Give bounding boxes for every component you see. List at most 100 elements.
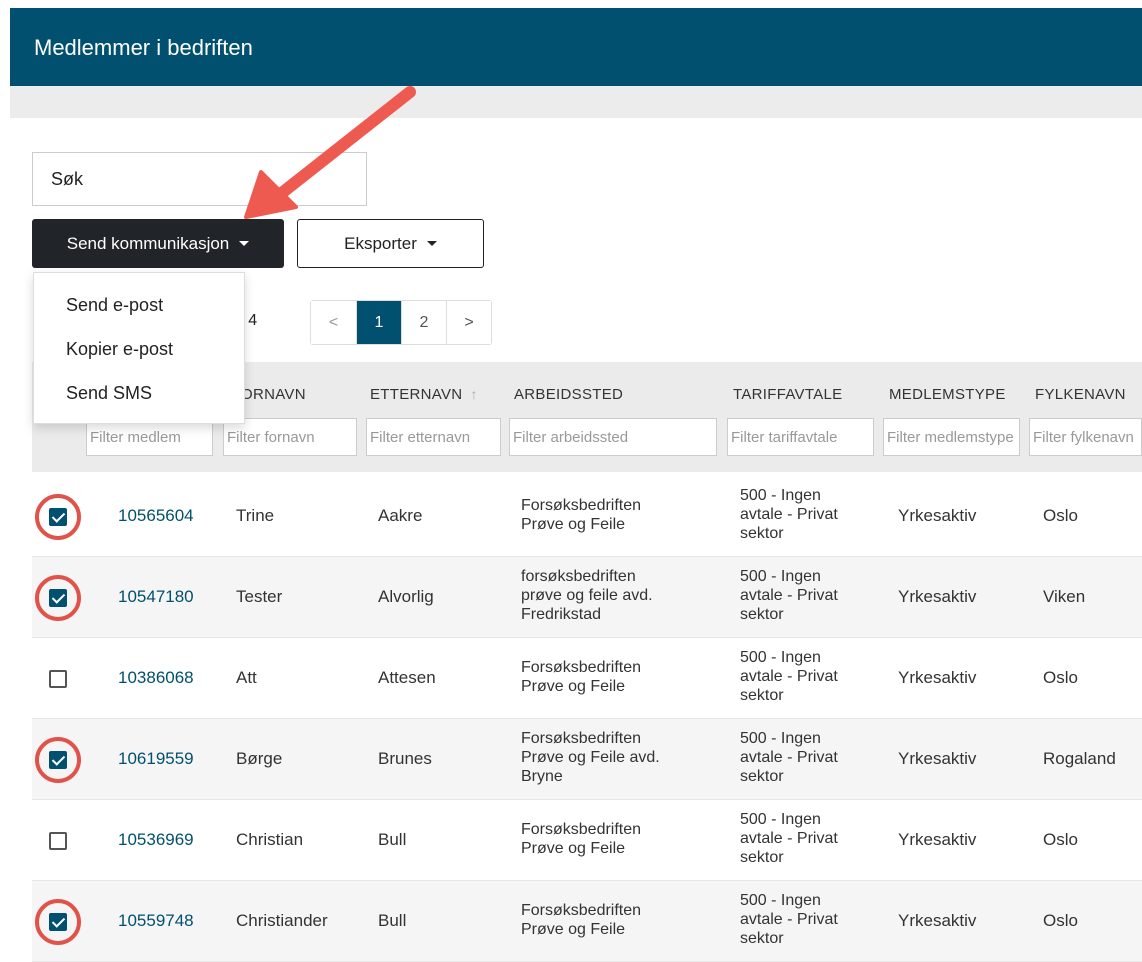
sort-arrow-icon[interactable]: ↑ (470, 386, 477, 402)
cell-medlemstype: Yrkesaktiv (898, 748, 977, 768)
cell-fornavn: Børge (236, 748, 283, 768)
cell-fornavn: Trine (236, 505, 275, 525)
cell-arbeidssted: Forsøksbedriften Prøve og Feile (521, 901, 641, 939)
cell-etternavn: Bull (378, 910, 407, 930)
export-button[interactable]: Eksporter (297, 219, 484, 268)
cell-tariffavtale: 500 - Ingen avtale - Privat sektor (740, 891, 838, 948)
column-header-fornavn[interactable]: ORNAVN (241, 386, 306, 403)
cell-fylkenavn: Oslo (1043, 505, 1078, 525)
caret-down-icon (239, 241, 250, 246)
column-header-etternavn[interactable]: ETTERNAVN ↑ (370, 386, 478, 403)
highlight-circle (35, 574, 81, 621)
cell-fornavn: Tester (236, 586, 283, 606)
cell-medlemstype: Yrkesaktiv (898, 586, 977, 606)
cell-arbeidssted-line: forsøksbedriften (521, 568, 636, 585)
filter-arbeidssted-input[interactable]: Filter arbeidssted (509, 418, 717, 456)
column-header-tariffavtale[interactable]: TARIFFAVTALE (733, 386, 842, 403)
cell-arbeidssted: Forsøksbedriften Prøve og Feile (521, 820, 641, 858)
menu-item-send-sms[interactable]: Send SMS (66, 383, 152, 404)
row-checkbox[interactable] (49, 669, 67, 688)
cell-fylkenavn: Rogaland (1043, 748, 1116, 768)
pager-page-2[interactable]: 2 (401, 301, 446, 344)
cell-arbeidssted-line: Forsøksbedriften (521, 820, 642, 838)
cell-tariffavtale-line: 500 - Ingen (740, 892, 821, 909)
cell-arbeidssted-line: Forsøksbedriften (521, 496, 642, 514)
member-id-link[interactable]: 10547180 (118, 587, 194, 607)
cell-arbeidssted-line: Forsøksbedriften (521, 730, 642, 747)
cell-arbeidssted-line: Forsøksbedriften (521, 658, 642, 676)
cell-fylkenavn: Viken (1043, 586, 1086, 606)
cell-arbeidssted-line: Forsøksbedriften (521, 901, 642, 919)
cell-arbeidssted-line: Fredrikstad (521, 606, 602, 623)
cell-etternavn: Aakre (378, 505, 423, 525)
cell-fornavn: Christian (236, 829, 304, 849)
cell-fornavn: Att (236, 667, 257, 687)
cell-medlemstype: Yrkesaktiv (898, 829, 977, 849)
filter-medlemstype-input[interactable]: Filter medlemstype (883, 418, 1020, 456)
caret-down-icon (426, 241, 437, 246)
cell-tariffavtale-line: avtale - Privat (740, 506, 838, 523)
cell-medlemstype: Yrkesaktiv (898, 910, 977, 930)
send-communication-button[interactable]: Send kommunikasjon (32, 219, 284, 268)
column-header-etternavn-label: ETTERNAVN (370, 386, 463, 403)
cell-arbeidssted: Forsøksbedriften Prøve og Feile avd. Bryne (521, 729, 660, 786)
cell-tariffavtale-line: avtale - Privat (740, 587, 838, 604)
cell-fylkenavn: Oslo (1043, 829, 1078, 849)
filter-tariffavtale-input[interactable]: Filter tariffavtale (727, 418, 874, 456)
header-band (10, 86, 1142, 118)
pager-next-button[interactable]: > (446, 301, 491, 344)
menu-item-copy-email[interactable]: Kopier e-post (66, 339, 173, 360)
filter-fylkenavn-input[interactable]: Filter fylkenavn (1029, 418, 1142, 456)
cell-tariffavtale: 500 - Ingen avtale - Privat sektor (740, 810, 838, 867)
cell-arbeidssted-line: Bryne (521, 768, 563, 785)
member-id-link[interactable]: 10536969 (118, 830, 194, 850)
send-communication-menu: Send e-post Kopier e-post Send SMS (33, 272, 245, 424)
export-label: Eksporter (344, 233, 417, 253)
pager-prev-button[interactable]: < (311, 301, 356, 344)
menu-item-send-email[interactable]: Send e-post (66, 295, 163, 316)
pager-page-1[interactable]: 1 (356, 301, 401, 344)
cell-arbeidssted-line: Prøve og Feile avd. (521, 749, 660, 766)
row-checkbox[interactable] (49, 831, 67, 850)
column-header-fylkenavn[interactable]: FYLKENAVN (1035, 386, 1126, 403)
member-id-link[interactable]: 10386068 (118, 668, 194, 688)
pagination: < 1 2 > (310, 300, 492, 345)
cell-tariffavtale: 500 - Ingen avtale - Privat sektor (740, 648, 838, 705)
cell-medlemstype: Yrkesaktiv (898, 667, 977, 687)
cell-etternavn: Attesen (378, 667, 436, 687)
column-header-arbeidssted[interactable]: ARBEIDSSTED (514, 386, 623, 403)
cell-tariffavtale-line: 500 - Ingen (740, 811, 821, 828)
cell-tariffavtale-line: avtale - Privat (740, 749, 838, 766)
cell-arbeidssted: Forsøksbedriften Prøve og Feile (521, 658, 641, 696)
cell-fornavn: Christiander (236, 910, 328, 930)
cell-tariffavtale-line: 500 - Ingen (740, 487, 821, 504)
page-title: Medlemmer i bedriften (34, 35, 253, 60)
cell-tariffavtale-line: sektor (740, 606, 784, 623)
cell-arbeidssted-line: Prøve og Feile (521, 677, 626, 695)
cell-etternavn: Brunes (378, 748, 432, 768)
cell-arbeidssted-line: Prøve og Feile (521, 920, 626, 938)
cell-tariffavtale-line: 500 - Ingen (740, 568, 821, 585)
cell-tariffavtale-line: avtale - Privat (740, 668, 838, 685)
cell-tariffavtale-line: sektor (740, 930, 784, 947)
highlight-circle (35, 493, 81, 540)
cell-tariffavtale: 500 - Ingen avtale - Privat sektor (740, 567, 838, 624)
cell-tariffavtale: 500 - Ingen avtale - Privat sektor (740, 729, 838, 786)
member-id-link[interactable]: 10559748 (118, 911, 194, 931)
cell-tariffavtale-line: 500 - Ingen (740, 730, 821, 747)
cell-fylkenavn: Oslo (1043, 667, 1078, 687)
cell-tariffavtale-line: sektor (740, 768, 784, 785)
app-header: Medlemmer i bedriften (10, 8, 1142, 86)
filter-etternavn-input[interactable]: Filter etternavn (366, 418, 501, 456)
member-id-link[interactable]: 10619559 (118, 749, 194, 769)
cell-etternavn: Alvorlig (378, 586, 434, 606)
cell-fylkenavn: Oslo (1043, 910, 1078, 930)
cell-tariffavtale-line: sektor (740, 687, 784, 704)
cell-tariffavtale: 500 - Ingen avtale - Privat sektor (740, 486, 838, 543)
search-input[interactable]: Søk (32, 152, 367, 206)
cell-arbeidssted: Forsøksbedriften Prøve og Feile (521, 496, 641, 534)
cell-arbeidssted-line: prøve og feile avd. (521, 587, 653, 604)
cell-arbeidssted: forsøksbedriften prøve og feile avd. Fredr… (521, 567, 653, 624)
column-header-medlemstype[interactable]: MEDLEMSTYPE (889, 386, 1006, 403)
member-id-link[interactable]: 10565604 (118, 506, 194, 526)
